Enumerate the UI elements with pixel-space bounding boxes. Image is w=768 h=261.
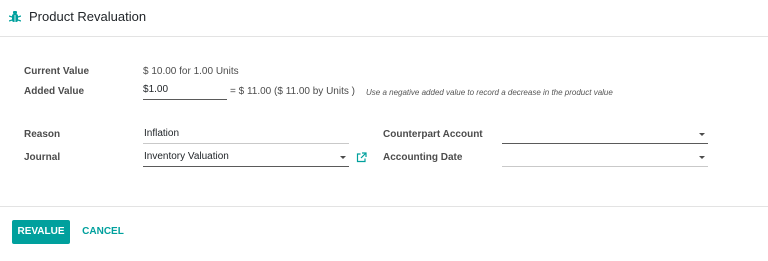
accounting-date-label: Accounting Date: [383, 152, 463, 163]
added-value-currency: $1.00: [143, 84, 169, 95]
footer-divider: [0, 206, 768, 207]
journal-select[interactable]: Inventory Valuation: [143, 150, 349, 167]
chevron-down-icon: [699, 156, 705, 159]
added-value-hint: Use a negative added value to record a d…: [366, 88, 613, 97]
revalue-button[interactable]: REVALUE: [12, 220, 70, 244]
cancel-button[interactable]: CANCEL: [77, 220, 129, 244]
added-value-input[interactable]: $1.00: [143, 83, 227, 100]
journal-value: Inventory Valuation: [144, 151, 229, 162]
current-value-label: Current Value: [24, 66, 90, 77]
added-value-result: = $ 11.00 ($ 11.00 by Units ): [230, 86, 355, 97]
accounting-date-input[interactable]: [502, 150, 708, 167]
counterpart-account-select[interactable]: [502, 127, 708, 144]
dialog-title: Product Revaluation: [29, 9, 147, 24]
counterpart-account-label: Counterpart Account: [383, 129, 483, 140]
reason-label: Reason: [24, 129, 61, 140]
journal-label: Journal: [24, 152, 61, 163]
external-link-icon[interactable]: [356, 152, 367, 163]
added-value-label: Added Value: [24, 86, 85, 97]
current-value-text: $ 10.00 for 1.00 Units: [143, 66, 239, 77]
bug-icon: [9, 11, 21, 22]
chevron-down-icon: [340, 156, 346, 159]
dialog-header: Product Revaluation: [0, 0, 768, 37]
chevron-down-icon: [699, 133, 705, 136]
added-value-amount[interactable]: 1.00: [149, 84, 168, 95]
reason-input[interactable]: Inflation: [143, 127, 349, 144]
reason-value: Inflation: [144, 128, 180, 139]
